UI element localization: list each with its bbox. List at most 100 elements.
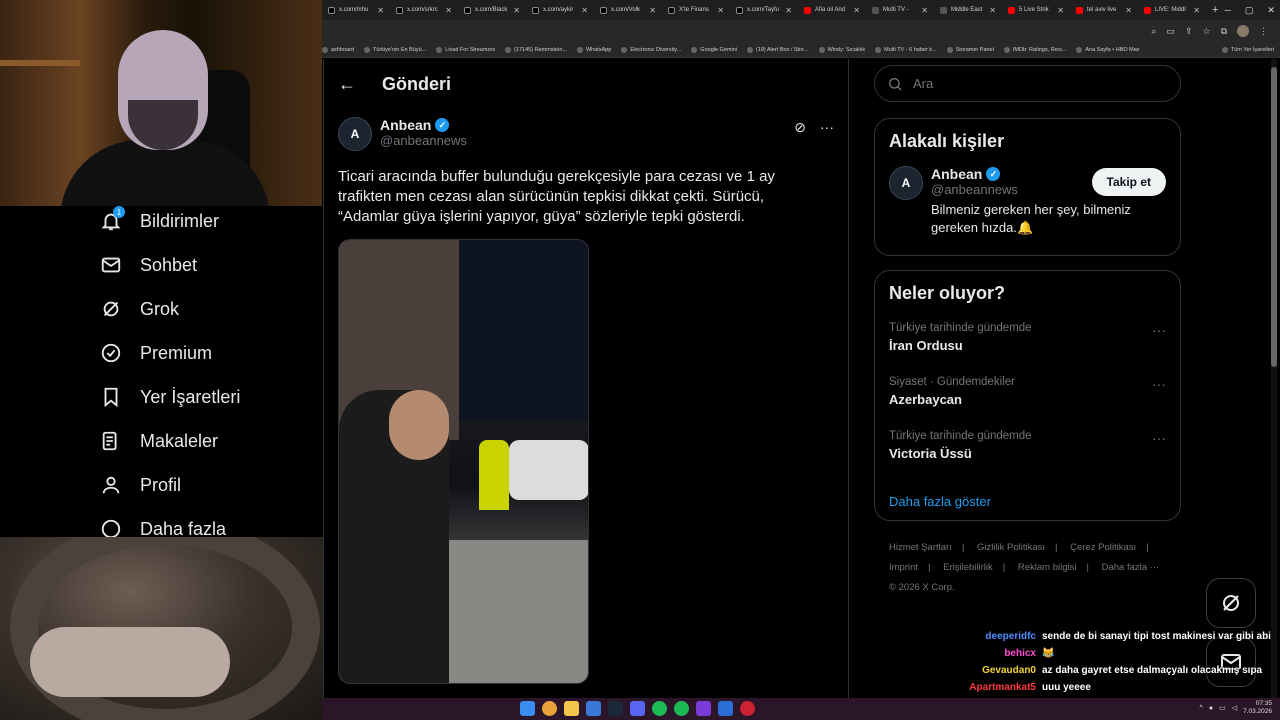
nav-premium[interactable]: Premium [100,338,212,368]
profile-avatar[interactable] [1237,25,1249,37]
app-icon[interactable] [740,701,755,716]
search-box[interactable]: Ara [874,65,1181,102]
follow-button[interactable]: Takip et [1091,168,1166,196]
footer-terms-link[interactable]: Hizmet Şartları [889,542,952,553]
nav-profile[interactable]: Profil [100,470,181,500]
related-person-avatar[interactable]: A [889,166,923,200]
footer-accessibility-link[interactable]: Erişilebilirlik [943,562,993,573]
bookmark-item[interactable]: (19) Alert Box / Stre... [746,46,809,53]
cast-icon[interactable]: ▭ [1166,26,1175,37]
browser-tab[interactable]: x.com/Black ✕ [458,0,526,20]
grok-explain-icon[interactable]: ⊘ [794,119,806,136]
app-icon[interactable] [718,701,733,716]
author-display-name-row[interactable]: Anbean ✓ [380,117,467,133]
browser-tab[interactable]: x.com/aykir ✕ [526,0,594,20]
scrollbar-thumb[interactable] [1271,67,1277,367]
post-video[interactable] [338,239,589,684]
tab-close-icon[interactable]: ✕ [377,6,384,15]
tab-close-icon[interactable]: ✕ [649,6,656,15]
trend-more-icon[interactable]: ··· [1152,322,1166,338]
author-avatar[interactable]: A [338,117,372,151]
browser-tab[interactable]: 5 Live Strik ✕ [1002,0,1070,20]
back-arrow-icon[interactable]: ← [338,74,356,95]
zoom-icon[interactable]: ⌕ [1151,26,1156,37]
browser-tab[interactable]: Afia oil And ✕ [798,0,866,20]
grok-floating-button[interactable] [1206,578,1256,628]
trend-more-icon[interactable]: ··· [1152,376,1166,392]
bookmark-item[interactable]: Livad For Streamers [436,46,495,53]
trend-item[interactable]: Siyaset · Gündemdekiler Azerbaycan ··· [875,376,1180,430]
menu-icon[interactable]: ⋮ [1259,26,1268,37]
tab-close-icon[interactable]: ✕ [1057,6,1064,15]
bookmark-item[interactable]: ashboard [322,46,354,53]
tab-close-icon[interactable]: ✕ [445,6,452,15]
bookmark-item[interactable]: Ana Sayfa • HBO Max [1076,46,1140,53]
footer-privacy-link[interactable]: Gizlilik Politikası [977,542,1045,553]
all-bookmarks-folder[interactable]: Tüm Yer İşaretleri [1221,46,1280,53]
browser-tab[interactable]: Middle East ✕ [934,0,1002,20]
nav-chat[interactable]: Sohbet [100,250,197,280]
bookmark-item[interactable]: Streamer Panel [946,46,994,53]
footer-imprint-link[interactable]: Imprint [889,562,918,573]
nav-notifications[interactable]: 1 Bildirimler [100,206,219,236]
bookmark-item[interactable]: Multi TV - 6 haber k... [875,46,937,53]
extensions-icon[interactable]: ⧉ [1221,26,1227,37]
volume-icon[interactable]: ◁ [1232,704,1237,712]
bookmark-item[interactable]: Windy: Sıcaklık [818,46,865,53]
share-icon[interactable]: ⇪ [1185,26,1193,37]
bookmark-item[interactable]: WhatsApp [576,46,611,53]
tab-close-icon[interactable]: ✕ [581,6,588,15]
show-more-link[interactable]: Daha fazla göster [875,484,1180,525]
browser-tab[interactable]: x.com/Volk ✕ [594,0,662,20]
tab-close-icon[interactable]: ✕ [513,6,520,15]
footer-more-link[interactable]: Daha fazla ··· [1102,562,1160,573]
tab-close-icon[interactable]: ✕ [989,6,996,15]
related-person[interactable]: A Anbean ✓ @anbeannews Bilmeniz gereken … [875,152,1180,247]
trend-item[interactable]: Türkiye tarihinde gündemde Victoria Üssü… [875,430,1180,484]
browser-tab[interactable]: LIVE: Middl ✕ [1138,0,1206,20]
browser-tab[interactable]: x.com/mhu ✕ [322,0,390,20]
author-handle[interactable]: @anbeannews [380,133,467,148]
tab-close-icon[interactable]: ✕ [1125,6,1132,15]
discord-icon[interactable] [630,701,645,716]
tab-close-icon[interactable]: ✕ [1193,6,1200,15]
tab-close-icon[interactable]: ✕ [853,6,860,15]
more-options-icon[interactable]: ··· [820,119,834,136]
new-tab-button[interactable]: + [1206,4,1224,16]
browser-tab[interactable]: tel aviv live ✕ [1070,0,1138,20]
close-icon[interactable]: ✕ [1267,5,1275,16]
bookmark-item[interactable]: Electronic Diversity... [621,46,681,53]
spotify-icon[interactable] [652,701,667,716]
tab-close-icon[interactable]: ✕ [717,6,724,15]
browser-tab[interactable]: x.com/srkrc ✕ [390,0,458,20]
nav-grok[interactable]: Grok [100,294,179,324]
footer-cookies-link[interactable]: Çerez Politikası [1070,542,1136,553]
bookmark-item[interactable]: Türkiye'nin En Büyü... [363,46,426,53]
network-icon[interactable]: ▭ [1219,704,1226,712]
tab-close-icon[interactable]: ✕ [921,6,928,15]
browser-tab[interactable]: x.com/Tayfu ✕ [730,0,798,20]
file-explorer-icon[interactable] [564,701,579,716]
clock[interactable]: 07:35 7.03.2026 [1243,700,1272,716]
browser-tab[interactable]: X'te Finans ✕ [662,0,730,20]
trend-more-icon[interactable]: ··· [1152,430,1166,446]
browser-tab[interactable]: Multi TV - ✕ [866,0,934,20]
tab-close-icon[interactable]: ✕ [785,6,792,15]
bookmark-item[interactable]: Google Gemini [691,46,737,53]
star-icon[interactable]: ☆ [1202,26,1210,37]
mic-icon[interactable]: ● [1209,705,1213,712]
nav-articles[interactable]: Makaleler [100,426,218,456]
app-icon[interactable] [586,701,601,716]
steam-icon[interactable] [608,701,623,716]
bookmark-item[interactable]: (17145) Rammstein... [505,46,567,53]
chrome-icon[interactable] [542,701,557,716]
windows-start-icon[interactable] [520,701,535,716]
bookmark-item[interactable]: IMDb: Ratings, Revi... [1003,46,1066,53]
nav-bookmarks[interactable]: Yer İşaretleri [100,382,240,412]
spotify-icon[interactable] [674,701,689,716]
kick-icon[interactable] [696,701,711,716]
maximize-icon[interactable]: ▢ [1245,5,1254,16]
trend-item[interactable]: Türkiye tarihinde gündemde İran Ordusu ·… [875,322,1180,376]
footer-ads-link[interactable]: Reklam bilgisi [1018,562,1077,573]
page-scrollbar[interactable] [1271,59,1277,699]
